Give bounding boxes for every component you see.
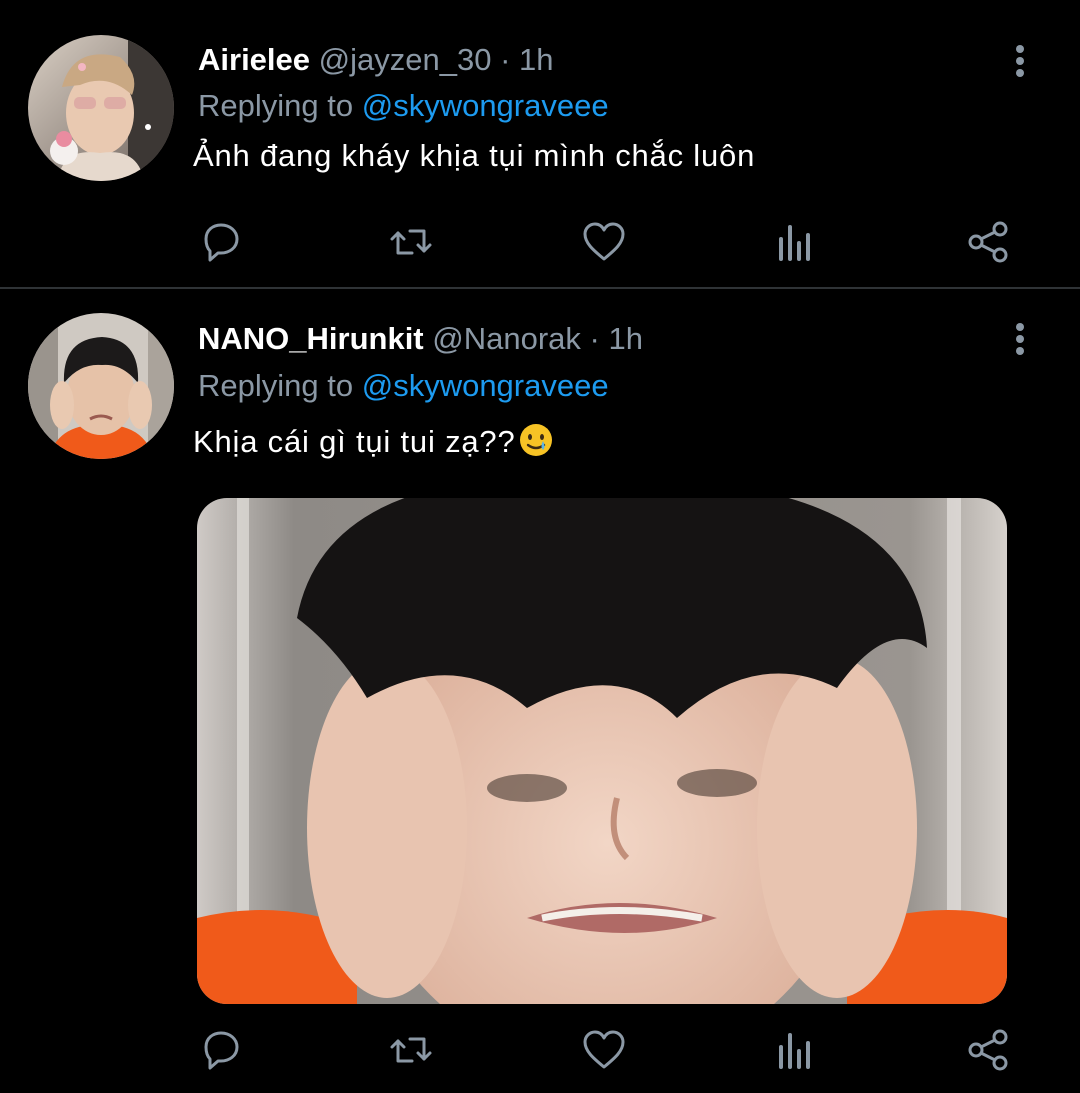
tweet[interactable]: NANO_Hirunkit @Nanorak · 1h Replying to … [0, 289, 1080, 1093]
reply-mention-link[interactable]: @skywongraveee [362, 88, 609, 123]
tweet-header: Airielee @jayzen_30 · 1h [198, 40, 554, 80]
reply-icon[interactable] [196, 1025, 246, 1075]
share-icon[interactable] [964, 217, 1014, 267]
avatar[interactable] [28, 35, 174, 181]
tweet-text: Khịa cái gì tụi tui zạ?? [193, 424, 516, 459]
timestamp[interactable]: 1h [519, 42, 553, 77]
tweet-text-row: Khịa cái gì tụi tui zạ?? [193, 422, 554, 462]
display-name[interactable]: Airielee [198, 42, 310, 77]
replying-to: Replying to @skywongraveee [198, 86, 609, 126]
reply-icon[interactable] [196, 217, 246, 267]
smiling-face-with-tear-icon [518, 422, 554, 458]
tweet-header: NANO_Hirunkit @Nanorak · 1h [198, 319, 643, 359]
display-name[interactable]: NANO_Hirunkit [198, 321, 424, 356]
separator-dot: · [500, 42, 511, 77]
timestamp[interactable]: 1h [609, 321, 643, 356]
more-options-icon[interactable] [1008, 320, 1032, 360]
replying-to-label: Replying to [198, 88, 354, 123]
tweet-actions [0, 1025, 1080, 1075]
more-options-icon[interactable] [1008, 42, 1032, 82]
tweet-media-image[interactable] [197, 498, 1007, 1004]
tweet-text: Ảnh đang kháy khịa tụi mình chắc luôn [193, 138, 756, 173]
avatar[interactable] [28, 313, 174, 459]
like-icon[interactable] [579, 217, 629, 267]
views-icon[interactable] [771, 1025, 821, 1075]
user-handle[interactable]: @Nanorak [432, 321, 581, 356]
views-icon[interactable] [771, 217, 821, 267]
like-icon[interactable] [579, 1025, 629, 1075]
replying-to: Replying to @skywongraveee [198, 366, 609, 406]
replying-to-label: Replying to [198, 368, 354, 403]
retweet-icon[interactable] [386, 1025, 436, 1075]
user-handle[interactable]: @jayzen_30 [319, 42, 492, 77]
tweet-actions [0, 217, 1080, 267]
retweet-icon[interactable] [386, 217, 436, 267]
tweet[interactable]: Airielee @jayzen_30 · 1h Replying to @sk… [0, 0, 1080, 287]
share-icon[interactable] [964, 1025, 1014, 1075]
reply-mention-link[interactable]: @skywongraveee [362, 368, 609, 403]
separator-dot: · [589, 321, 600, 356]
